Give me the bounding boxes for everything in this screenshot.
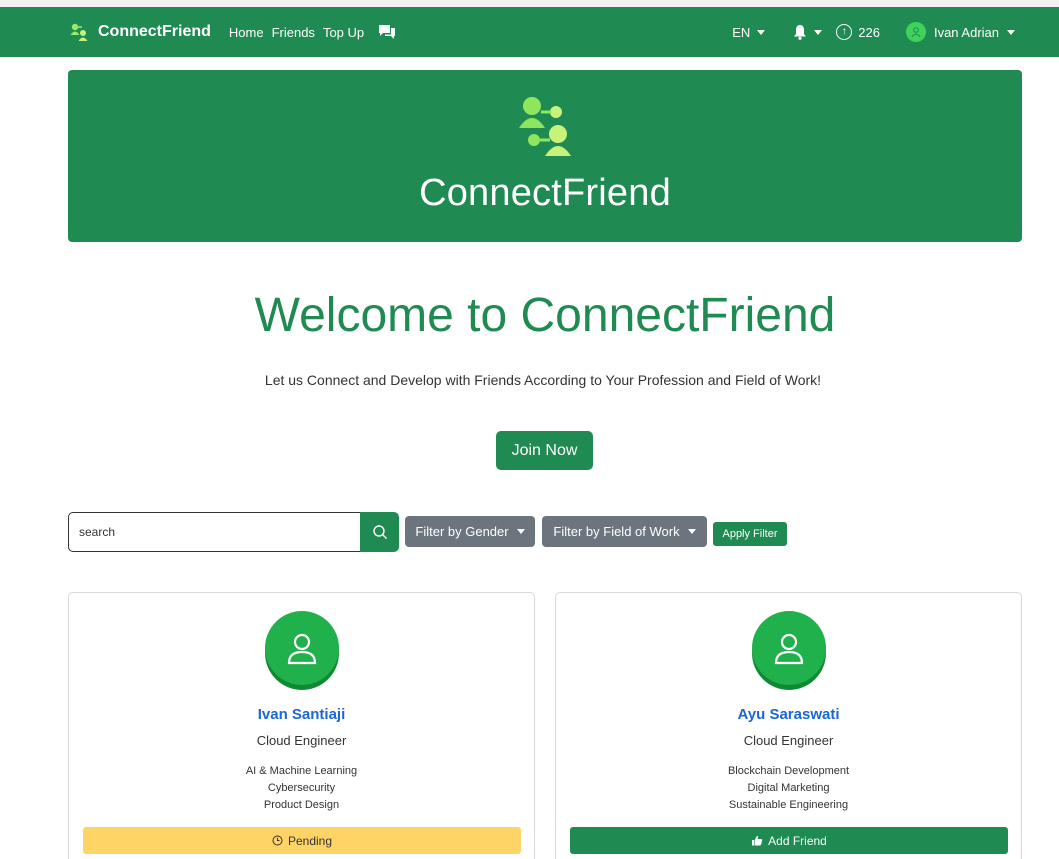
navbar: ConnectFriend Home Friends Top Up EN ↑ 2… [0, 7, 1059, 57]
profile-name[interactable]: Ayu Saraswati [556, 706, 1021, 723]
chevron-down-icon [1007, 29, 1015, 35]
profile-card: Ayu Saraswati Cloud Engineer Blockchain … [555, 592, 1022, 859]
chevron-down-icon [757, 29, 766, 35]
chat-icon[interactable] [378, 24, 396, 40]
clock-icon [272, 835, 283, 846]
coin-count: 226 [858, 24, 880, 40]
coin-balance[interactable]: ↑ 226 [836, 24, 880, 40]
user-icon [911, 27, 921, 38]
nav-friends-link[interactable]: Friends [272, 25, 315, 40]
hero-banner: ConnectFriend [68, 70, 1022, 242]
coin-icon: ↑ [836, 24, 853, 40]
brand[interactable]: ConnectFriend [68, 21, 211, 43]
bell-icon [794, 25, 807, 40]
field-item: AI & Machine Learning [245, 765, 358, 777]
chevron-down-icon [687, 529, 696, 534]
avatar [752, 611, 826, 685]
nav-right: EN ↑ 226 Ivan Adrian [732, 7, 1015, 57]
field-item: Product Design [263, 799, 340, 811]
add-friend-label: Add Friend [768, 833, 827, 848]
avatar [905, 22, 926, 42]
profile-fields: Blockchain Development Digital Marketing… [556, 763, 1021, 814]
brand-logo-icon [70, 23, 88, 41]
language-label: EN [732, 24, 751, 40]
apply-filter-button[interactable]: Apply Filter [713, 522, 787, 546]
field-item: Sustainable Engineering [728, 799, 849, 811]
user-menu[interactable]: Ivan Adrian [905, 22, 1015, 42]
search-input[interactable] [68, 512, 361, 552]
avatar [265, 611, 339, 685]
chevron-down-icon [814, 29, 823, 35]
page-title: Welcome to ConnectFriend [254, 289, 836, 342]
pending-label: Pending [287, 833, 333, 848]
join-now-button[interactable]: Join Now [496, 431, 593, 470]
add-friend-button[interactable]: Add Friend [570, 827, 1008, 854]
notifications-dropdown[interactable] [793, 24, 823, 40]
field-item: Digital Marketing [747, 782, 830, 794]
language-dropdown[interactable]: EN [732, 24, 766, 40]
filter-gender-dropdown[interactable]: Filter by Gender [405, 516, 535, 547]
search-icon [372, 525, 387, 539]
field-item: Cybersecurity [267, 782, 336, 794]
user-icon [287, 633, 317, 665]
chevron-down-icon [516, 529, 525, 534]
filter-work-label: Filter by Field of Work [553, 524, 680, 539]
brand-name: ConnectFriend [98, 23, 211, 40]
connectfriend-logo-icon [519, 97, 571, 156]
filter-work-dropdown[interactable]: Filter by Field of Work [542, 516, 707, 547]
profile-fields: AI & Machine Learning Cybersecurity Prod… [69, 763, 534, 814]
thumbs-up-icon [752, 835, 763, 846]
profile-role: Cloud Engineer [743, 733, 834, 748]
profile-card: Ivan Santiaji Cloud Engineer AI & Machin… [68, 592, 535, 859]
user-icon [774, 633, 804, 665]
page-subtitle: Let us Connect and Develop with Friends … [264, 372, 822, 388]
profile-name[interactable]: Ivan Santiaji [69, 706, 534, 723]
pending-button[interactable]: Pending [83, 827, 521, 854]
banner-title: ConnectFriend [419, 172, 671, 214]
user-name: Ivan Adrian [933, 24, 999, 40]
nav-home-link[interactable]: Home [229, 25, 264, 40]
nav-links: Home Friends Top Up [229, 24, 396, 40]
nav-topup-link[interactable]: Top Up [323, 25, 364, 40]
profile-role: Cloud Engineer [256, 733, 347, 748]
browser-top-strip [0, 0, 1059, 7]
search-button[interactable] [360, 512, 399, 552]
field-item: Blockchain Development [727, 765, 850, 777]
filter-gender-label: Filter by Gender [415, 524, 509, 539]
